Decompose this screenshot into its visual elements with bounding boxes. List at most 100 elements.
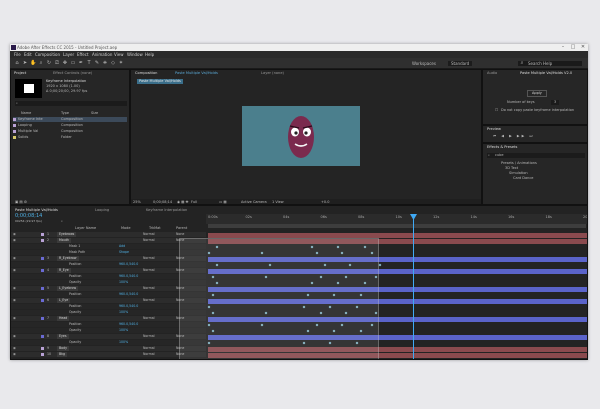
project-item[interactable]: Solids Folder <box>13 135 127 140</box>
search-help-input[interactable]: Search Help <box>518 61 582 66</box>
tab-timeline-looping[interactable]: Looping <box>95 207 109 213</box>
layer-name[interactable]: L_Eye <box>57 298 71 303</box>
layer-label-color[interactable] <box>41 287 44 290</box>
tab-composition-detail[interactable]: Paste Multiple Val/Holds <box>175 70 218 76</box>
timeline-layer-row[interactable]: ◉ 1 Eyebrows Normal None <box>11 232 206 237</box>
menu-animation[interactable]: Animation <box>92 52 112 57</box>
maximize-button[interactable]: □ <box>568 44 578 51</box>
column-trkmat[interactable]: TrkMat <box>149 226 161 231</box>
visibility-eye-icon[interactable]: ◉ <box>13 334 16 339</box>
timeline-property-row[interactable]: Opacity 100% <box>11 310 206 315</box>
pan-behind-icon[interactable]: ✥ <box>62 60 68 66</box>
clone-stamp-icon[interactable]: ⎈ <box>102 60 108 66</box>
layer-name[interactable]: Mouth <box>57 238 71 243</box>
pen-tool-icon[interactable]: ✒ <box>78 60 84 66</box>
menu-effect[interactable]: Effect <box>77 52 89 57</box>
menu-layer[interactable]: Layer <box>63 52 74 57</box>
property-value[interactable]: 100% <box>119 280 128 285</box>
project-item[interactable]: Looping Composition <box>13 123 127 128</box>
property-value[interactable]: 960.0,540.0 <box>119 292 138 297</box>
timeline-layer-row[interactable]: ◉ 10 Bkg Normal None <box>11 352 206 357</box>
property-name[interactable]: Position <box>69 304 81 309</box>
layer-label-color[interactable] <box>41 335 44 338</box>
playhead[interactable] <box>413 214 414 359</box>
playback-controls-icon[interactable]: ⏮ ◀ ▶ ▶▶ ⏭ <box>493 134 535 139</box>
visibility-eye-icon[interactable]: ◉ <box>13 316 16 321</box>
minimize-button[interactable]: – <box>558 44 568 51</box>
blend-mode-dropdown[interactable]: Normal <box>143 268 155 273</box>
parent-dropdown[interactable]: None <box>176 232 184 237</box>
visibility-eye-icon[interactable]: ◉ <box>13 346 16 351</box>
column-size[interactable]: Size <box>91 111 98 116</box>
blend-mode-dropdown[interactable]: Normal <box>143 346 155 351</box>
comp-breadcrumb[interactable]: Paste Multiple Val/Holds <box>137 79 183 84</box>
timeline-property-row[interactable]: Position 960.0,540.0 <box>11 292 206 297</box>
tab-project[interactable]: Project <box>14 70 26 76</box>
property-name[interactable]: Position <box>69 262 81 267</box>
layer-name[interactable]: R_Eye <box>57 268 71 273</box>
timeline-property-row[interactable]: Mask 1 Add <box>11 244 206 249</box>
layer-name[interactable]: Eyebrows <box>57 232 77 237</box>
layer-name[interactable]: Eyes <box>57 334 69 339</box>
property-value[interactable]: 100% <box>119 310 128 315</box>
keyframe[interactable] <box>378 263 382 266</box>
project-search-input[interactable] <box>15 101 127 106</box>
tab-audio[interactable]: Audio <box>487 70 497 76</box>
visibility-eye-icon[interactable]: ◉ <box>13 256 16 261</box>
blend-mode-dropdown[interactable]: Normal <box>143 352 155 357</box>
blend-mode-dropdown[interactable]: Normal <box>143 316 155 321</box>
timeline-property-row[interactable]: Mask Path Shape <box>11 250 206 255</box>
layer-name[interactable]: Head <box>57 316 70 321</box>
blend-mode-dropdown[interactable]: Normal <box>143 298 155 303</box>
visibility-eye-icon[interactable]: ◉ <box>13 232 16 237</box>
blend-mode-dropdown[interactable]: Normal <box>143 286 155 291</box>
close-button[interactable]: ✕ <box>578 44 588 51</box>
workspace-dropdown[interactable]: Standard <box>448 61 473 66</box>
blend-mode-dropdown[interactable]: Normal <box>143 238 155 243</box>
layer-name[interactable]: R_Eyebrow <box>57 256 79 261</box>
timeline-property-row[interactable]: Opacity 100% <box>11 340 206 345</box>
property-value[interactable]: 100% <box>119 328 128 333</box>
timeline-property-row[interactable]: Position 960.0,540.0 <box>11 262 206 267</box>
layer-name[interactable]: Body <box>57 346 70 351</box>
property-value[interactable]: 960.0,540.0 <box>119 262 138 267</box>
zoom-tool-icon[interactable]: ⌕ <box>38 60 44 66</box>
home-icon[interactable]: ⌂ <box>14 60 20 66</box>
tab-effect-controls[interactable]: Effect Controls (none) <box>53 70 92 76</box>
menu-help[interactable]: Help <box>145 52 154 57</box>
menu-view[interactable]: View <box>114 52 124 57</box>
tab-paste-multiple[interactable]: Paste Multiple Val/Holds V2.0 <box>520 70 572 76</box>
blend-mode-dropdown[interactable]: Normal <box>143 256 155 261</box>
project-item[interactable]: Multiple Val Composition <box>13 129 127 134</box>
property-value[interactable]: 960.0,540.0 <box>119 274 138 279</box>
blend-mode-dropdown[interactable]: Normal <box>143 232 155 237</box>
rectangle-tool-icon[interactable]: ▭ <box>70 60 76 66</box>
brush-tool-icon[interactable]: ✎ <box>94 60 100 66</box>
timeline-property-row[interactable]: Position 960.0,540.0 <box>11 274 206 279</box>
visibility-eye-icon[interactable]: ◉ <box>13 238 16 243</box>
timeline-layer-row[interactable]: ◉ 8 Eyes Normal None <box>11 334 206 339</box>
property-name[interactable]: Position <box>69 322 81 327</box>
layer-label-color[interactable] <box>41 299 44 302</box>
layer-label-color[interactable] <box>41 233 44 236</box>
menu-file[interactable]: File <box>14 52 21 57</box>
number-of-keys-input[interactable]: 3 <box>551 100 560 105</box>
property-name[interactable]: Mask 1 <box>69 244 80 249</box>
menu-window[interactable]: Window <box>127 52 143 57</box>
visibility-eye-icon[interactable]: ◉ <box>13 286 16 291</box>
tab-effects-presets[interactable]: Effects & Presets <box>487 144 517 150</box>
interpolation-checkbox[interactable]: ☐ <box>495 108 498 113</box>
blend-mode-dropdown[interactable]: Normal <box>143 334 155 339</box>
timeline-layer-row[interactable]: ◉ 2 Mouth Normal None <box>11 238 206 243</box>
layer-name[interactable]: L_Eyebrow <box>57 286 79 291</box>
timeline-property-row[interactable]: Opacity 100% <box>11 328 206 333</box>
visibility-eye-icon[interactable]: ◉ <box>13 268 16 273</box>
visibility-eye-icon[interactable]: ◉ <box>13 352 16 357</box>
layer-duration-bar[interactable] <box>208 232 587 238</box>
time-ruler[interactable]: 0:00s 02s 04s 06s 08s 10s 12s 14s 16s 18s 20s <box>206 214 587 224</box>
timeline-search-input[interactable]: ⌕ <box>61 219 63 224</box>
tab-timeline-keyframe[interactable]: Keyframe Interpolation <box>146 207 187 213</box>
hand-tool-icon[interactable]: ✋ <box>30 60 36 66</box>
layer-name[interactable]: Bkg <box>57 352 68 357</box>
property-name[interactable]: Opacity <box>69 280 81 285</box>
